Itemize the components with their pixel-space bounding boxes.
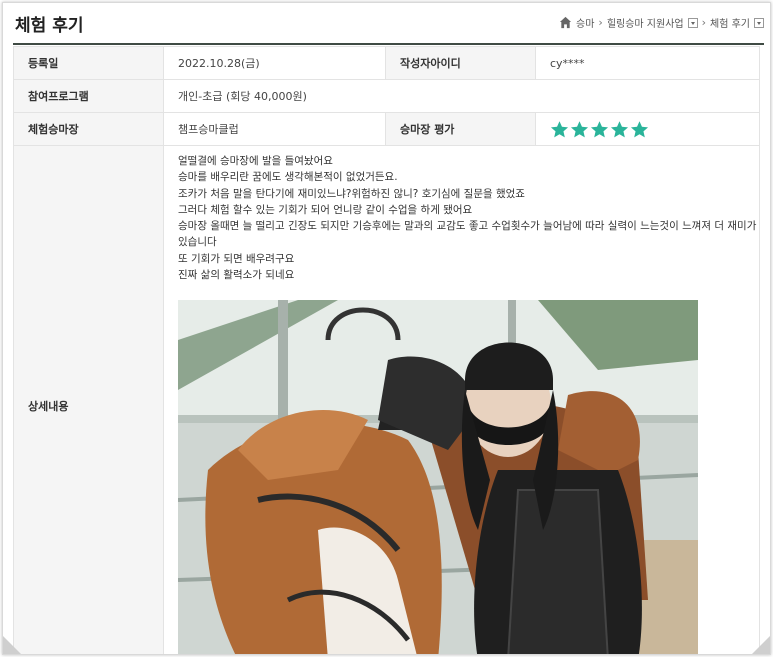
page-header: 체험 후기 승마 › 힐링승마 지원사업 › 체험 후기 xyxy=(13,7,764,45)
details-content: 얼떨결에 승마장에 발을 들여놨어요 승마를 배우리란 꿈에도 생각해본적이 없… xyxy=(163,145,760,654)
breadcrumb-item-review[interactable]: 체험 후기 xyxy=(710,15,750,30)
content-line: 그러다 체험 할수 있는 기회가 되어 언니랑 같이 수업을 하게 됐어요 xyxy=(178,203,473,216)
author-value: cy**** xyxy=(535,46,760,80)
breadcrumb: 승마 › 힐링승마 지원사업 › 체험 후기 xyxy=(559,15,764,30)
content-line: 진짜 삶의 활력소가 되네요 xyxy=(178,269,295,282)
venue-label: 체험승마장 xyxy=(13,112,164,146)
table-row: 등록일 2022.10.28(금) 작성자아이디 cy**** xyxy=(13,46,760,80)
rating-cell xyxy=(535,112,760,146)
star-icon xyxy=(570,120,589,137)
content-line: 조카가 처음 말을 탄다기에 재미있느냐?위험하진 않니? 호기심에 질문을 했… xyxy=(178,187,525,200)
dropdown-toggle-icon[interactable] xyxy=(687,17,698,28)
corner-fold-icon xyxy=(3,636,21,654)
rating-stars xyxy=(550,120,759,139)
content-line: 또 기회가 되면 배우려구요 xyxy=(178,252,295,265)
rating-label: 승마장 평가 xyxy=(385,112,536,146)
content-line: 승마장 올때면 늘 떨리고 긴장도 되지만 기승후에는 말과의 교감도 좋고 수… xyxy=(178,220,757,249)
star-icon xyxy=(610,120,629,137)
dropdown-toggle-icon[interactable] xyxy=(754,17,764,28)
star-icon xyxy=(590,120,609,137)
home-icon[interactable] xyxy=(559,16,572,29)
author-label: 작성자아이디 xyxy=(385,46,536,80)
program-value: 개인-초급 (회당 40,000원) xyxy=(163,79,760,113)
star-icon xyxy=(550,120,569,137)
content-line: 승마를 배우리란 꿈에도 생각해본적이 없었거든요. xyxy=(178,171,398,184)
chevron-right-icon: › xyxy=(701,16,707,29)
page-title: 체험 후기 xyxy=(15,16,84,36)
breadcrumb-item-healing[interactable]: 힐링승마 지원사업 xyxy=(607,15,684,30)
corner-fold-icon xyxy=(752,636,770,654)
content-line: 얼떨결에 승마장에 발을 들여놨어요 xyxy=(178,155,333,167)
review-page: 체험 후기 승마 › 힐링승마 지원사업 › 체험 후기 등록일 2022.10… xyxy=(2,2,771,655)
table-row: 체험승마장 챔프승마클럽 승마장 평가 xyxy=(13,112,760,146)
registered-label: 등록일 xyxy=(13,46,164,80)
chevron-right-icon: › xyxy=(598,16,603,29)
registered-value: 2022.10.28(금) xyxy=(163,46,386,80)
details-label: 상세내용 xyxy=(13,145,164,654)
table-row: 참여프로그램 개인-초급 (회당 40,000원) xyxy=(13,79,760,113)
table-row: 상세내용 얼떨결에 승마장에 발을 들여놨어요 승마를 배우리란 꿈에도 생각해… xyxy=(13,145,760,654)
star-icon xyxy=(630,120,649,137)
review-info-table: 등록일 2022.10.28(금) 작성자아이디 cy**** 참여프로그램 개… xyxy=(13,46,760,654)
venue-value: 챔프승마클럽 xyxy=(163,112,386,146)
breadcrumb-item-riding[interactable]: 승마 xyxy=(576,15,594,30)
program-label: 참여프로그램 xyxy=(13,79,164,113)
review-photo xyxy=(178,300,698,654)
